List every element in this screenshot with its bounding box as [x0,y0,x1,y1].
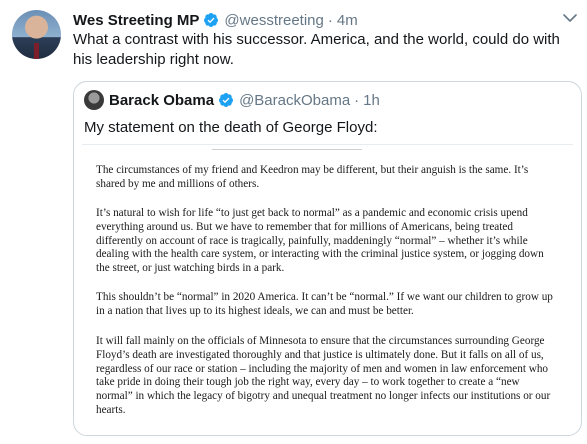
tweet-text: What a contrast with his successor. Amer… [73,31,560,68]
author-handle[interactable]: @wesstreeting [224,12,323,29]
quoted-tweet-text: My statement on the death of George Floy… [84,119,378,136]
quoted-author-name: Barack Obama [109,91,215,109]
separator-dot: · [327,11,333,29]
statement-paragraph: It will fall mainly on the officials of … [96,335,551,416]
author-avatar[interactable] [12,10,61,59]
chevron-down-icon[interactable] [563,13,577,23]
statement-paragraph: The circumstances of my friend and Keedr… [96,164,529,190]
verified-badge-icon [204,13,219,27]
statement-paragraph: This shouldn’t be “normal” in 2020 Ameri… [96,291,553,317]
quoted-tweet-timestamp: 1h [363,91,380,109]
quoted-author-avatar [84,90,104,110]
quoted-tweet[interactable]: Barack Obama @BarackObama · 1h My statem… [73,81,582,436]
statement-image[interactable]: The circumstances of my friend and Keedr… [82,144,573,435]
statement-divider [212,149,362,150]
tweet-timestamp[interactable]: 4m [337,12,358,29]
verified-badge-icon [219,93,234,107]
separator-dot: · [354,91,360,109]
quoted-author-handle: @BarackObama [239,91,351,109]
tweet-header: Wes Streeting MP @wesstreeting · 4m [73,10,358,30]
author-name[interactable]: Wes Streeting MP [73,12,199,29]
statement-paragraph: It’s natural to wish for life “to just g… [96,207,544,275]
quoted-tweet-header: Barack Obama @BarackObama · 1h [84,90,380,110]
